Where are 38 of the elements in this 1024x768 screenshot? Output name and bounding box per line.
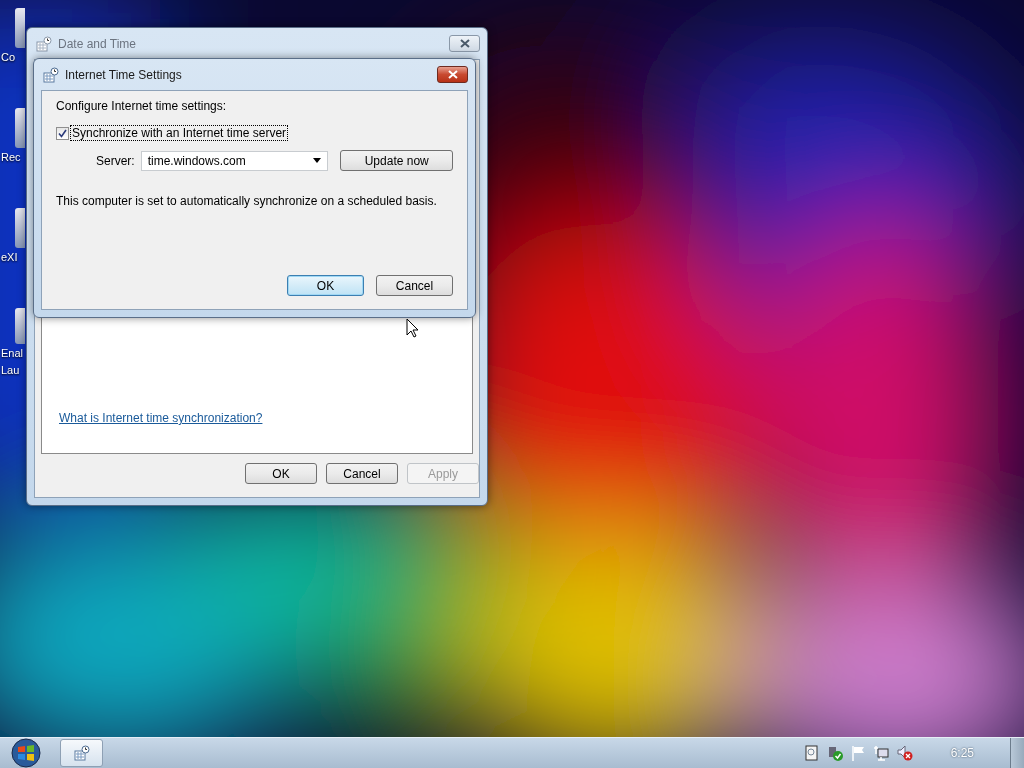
server-label: Server: bbox=[96, 153, 135, 168]
close-button[interactable] bbox=[437, 66, 468, 83]
taskbar-app-button[interactable] bbox=[60, 739, 103, 767]
checkbox-label[interactable]: Synchronize with an Internet time server bbox=[71, 126, 288, 140]
update-now-button[interactable]: Update now bbox=[340, 150, 453, 171]
close-icon bbox=[459, 39, 470, 48]
icon-label: Co bbox=[1, 50, 16, 65]
dialog-title: Internet Time Settings bbox=[65, 67, 182, 82]
desktop-icon[interactable] bbox=[15, 308, 25, 344]
mouse-cursor-icon bbox=[406, 318, 419, 338]
sync-checkbox[interactable] bbox=[56, 126, 69, 140]
section-heading: Configure Internet time settings: bbox=[56, 99, 228, 113]
desktop-icon[interactable] bbox=[15, 8, 25, 48]
icon-label: Lau bbox=[1, 363, 20, 378]
window-title: Date and Time bbox=[58, 36, 137, 51]
calendar-clock-icon bbox=[36, 35, 52, 52]
icon-label: Enal bbox=[1, 346, 24, 361]
ok-button[interactable]: OK bbox=[287, 275, 364, 296]
calendar-clock-icon bbox=[73, 745, 90, 761]
status-text: This computer is set to automatically synchronize on a scheduled basis. bbox=[56, 194, 438, 208]
cancel-button[interactable]: Cancel bbox=[376, 275, 453, 296]
ok-button[interactable]: OK bbox=[245, 463, 317, 484]
shield-check-icon[interactable] bbox=[826, 745, 843, 761]
document-icon[interactable] bbox=[804, 745, 819, 761]
cancel-button[interactable]: Cancel bbox=[326, 463, 398, 484]
speaker-muted-icon[interactable] bbox=[896, 745, 913, 761]
icon-label: eXI bbox=[1, 250, 18, 265]
calendar-clock-icon bbox=[43, 66, 59, 83]
dropdown-arrow-icon bbox=[313, 158, 322, 163]
close-button[interactable] bbox=[449, 35, 480, 52]
show-desktop-button[interactable] bbox=[1010, 738, 1024, 768]
desktop-icon[interactable] bbox=[15, 208, 25, 248]
icon-label: Rec bbox=[1, 150, 21, 165]
server-combo-box[interactable]: time.windows.com bbox=[140, 150, 329, 171]
close-icon bbox=[447, 70, 458, 79]
help-link[interactable]: What is Internet time synchronization? bbox=[59, 411, 263, 425]
desktop-icon[interactable] bbox=[15, 108, 25, 148]
network-icon[interactable] bbox=[872, 745, 889, 761]
